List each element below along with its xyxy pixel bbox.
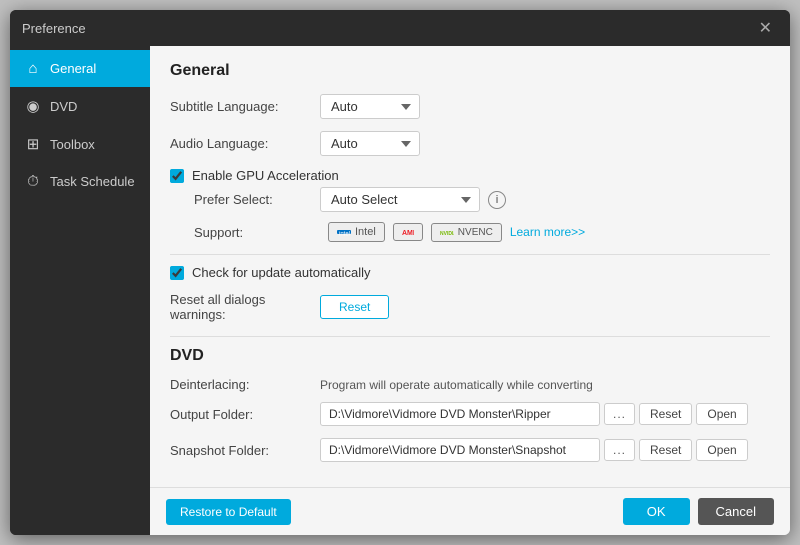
sidebar: ⌂ General ◉ DVD ⊞ Toolbox ⏱ Task Schedul… [10, 46, 150, 535]
snapshot-folder-dots-button[interactable]: ... [604, 439, 635, 461]
sidebar-label-task-schedule: Task Schedule [50, 174, 135, 189]
info-icon[interactable]: i [488, 191, 506, 209]
output-folder-open-button[interactable]: Open [696, 403, 747, 425]
prefer-select-dropdown[interactable]: Auto Select Intel AMD NVIDIA NVENC [320, 187, 480, 212]
snapshot-folder-row: Snapshot Folder: ... Reset Open [170, 438, 770, 462]
sidebar-item-toolbox[interactable]: ⊞ Toolbox [10, 125, 150, 163]
snapshot-folder-input[interactable] [320, 438, 600, 462]
main-panel: General Subtitle Language: Auto English … [150, 46, 790, 535]
deinterlacing-row: Deinterlacing: Program will operate auto… [170, 377, 770, 392]
amd-chip: AMD [393, 223, 423, 241]
ok-button[interactable]: OK [623, 498, 690, 525]
output-folder-row: Output Folder: ... Reset Open [170, 402, 770, 426]
svg-text:intel: intel [339, 232, 350, 238]
footer-right-buttons: OK Cancel [623, 498, 774, 525]
reset-dialogs-button[interactable]: Reset [320, 295, 389, 319]
output-folder-label: Output Folder: [170, 407, 320, 422]
close-button[interactable]: ✕ [753, 16, 778, 40]
sidebar-item-task-schedule[interactable]: ⏱ Task Schedule [10, 163, 150, 200]
audio-language-label: Audio Language: [170, 136, 320, 151]
sidebar-label-toolbox: Toolbox [50, 137, 95, 152]
footer-bar: Restore to Default OK Cancel [150, 487, 790, 535]
check-update-checkbox[interactable] [170, 266, 184, 280]
gpu-acceleration-label[interactable]: Enable GPU Acceleration [192, 168, 339, 183]
deinterlacing-value: Program will operate automatically while… [320, 378, 593, 392]
prefer-select-row: Prefer Select: Auto Select Intel AMD NVI… [194, 187, 770, 212]
divider-1 [170, 254, 770, 255]
svg-text:AMD: AMD [402, 230, 414, 237]
divider-2 [170, 336, 770, 337]
audio-language-row: Audio Language: Auto English Chinese Fre… [170, 131, 770, 156]
learn-more-link[interactable]: Learn more>> [510, 225, 585, 239]
audio-language-control: Auto English Chinese French [320, 131, 420, 156]
dvd-title: DVD [170, 347, 770, 365]
sidebar-label-dvd: DVD [50, 99, 77, 114]
snapshot-folder-label: Snapshot Folder: [170, 443, 320, 458]
subtitle-language-select[interactable]: Auto English Chinese French [320, 94, 420, 119]
gpu-acceleration-checkbox[interactable] [170, 169, 184, 183]
reset-dialogs-row: Reset all dialogs warnings: Reset [170, 292, 770, 322]
intel-chip: intel Intel [328, 222, 385, 242]
output-folder-dots-button[interactable]: ... [604, 403, 635, 425]
subtitle-language-control: Auto English Chinese French [320, 94, 420, 119]
restore-default-button[interactable]: Restore to Default [166, 499, 291, 525]
dvd-icon: ◉ [24, 97, 42, 115]
support-row: Support: intel Intel AMD NVIDIA NVENC Le… [194, 222, 770, 242]
reset-dialogs-label: Reset all dialogs warnings: [170, 292, 320, 322]
output-folder-input[interactable] [320, 402, 600, 426]
content-area: ⌂ General ◉ DVD ⊞ Toolbox ⏱ Task Schedul… [10, 46, 790, 535]
general-title: General [170, 62, 770, 80]
gpu-acceleration-row: Enable GPU Acceleration [170, 168, 770, 183]
clock-icon: ⏱ [24, 173, 42, 190]
subtitle-language-row: Subtitle Language: Auto English Chinese … [170, 94, 770, 119]
svg-text:NVIDIA: NVIDIA [440, 231, 454, 237]
toolbox-icon: ⊞ [24, 135, 42, 153]
window-title: Preference [22, 21, 86, 36]
sidebar-label-general: General [50, 61, 96, 76]
cancel-button[interactable]: Cancel [698, 498, 774, 525]
support-label: Support: [194, 225, 320, 240]
preference-window: Preference ✕ ⌂ General ◉ DVD ⊞ Toolbox ⏱… [10, 10, 790, 535]
nvidia-chip: NVIDIA NVENC [431, 223, 502, 242]
subtitle-language-label: Subtitle Language: [170, 99, 320, 114]
deinterlacing-label: Deinterlacing: [170, 377, 320, 392]
home-icon: ⌂ [24, 60, 42, 77]
snapshot-folder-reset-button[interactable]: Reset [639, 439, 692, 461]
main-scroll: General Subtitle Language: Auto English … [150, 46, 790, 487]
audio-language-select[interactable]: Auto English Chinese French [320, 131, 420, 156]
sidebar-item-general[interactable]: ⌂ General [10, 50, 150, 87]
check-update-label[interactable]: Check for update automatically [192, 265, 370, 280]
check-update-row: Check for update automatically [170, 265, 770, 280]
snapshot-folder-open-button[interactable]: Open [696, 439, 747, 461]
output-folder-reset-button[interactable]: Reset [639, 403, 692, 425]
title-bar: Preference ✕ [10, 10, 790, 46]
prefer-select-label: Prefer Select: [194, 192, 320, 207]
sidebar-item-dvd[interactable]: ◉ DVD [10, 87, 150, 125]
